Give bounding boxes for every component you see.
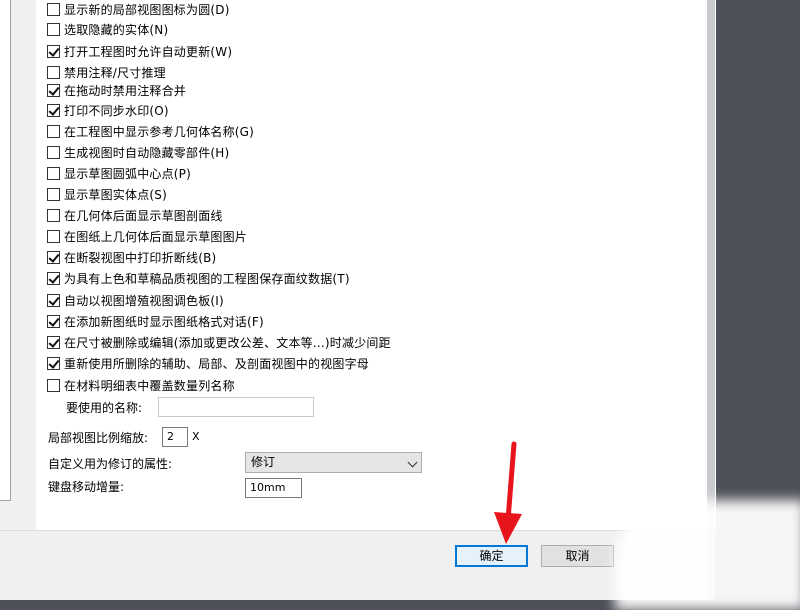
option-row[interactable]: 在材料明细表中覆盖数量列名称	[47, 376, 235, 394]
option-label: 生成视图时自动隐藏零部件(H)	[64, 145, 230, 160]
category-tree-panel[interactable]	[0, 0, 11, 501]
detail-scale-unit: X	[192, 430, 200, 443]
name-to-use-label: 要使用的名称:	[66, 401, 143, 415]
option-label: 在尺寸被删除或编辑(添加或更改公差、文本等...)时减少间距	[64, 335, 391, 350]
option-row[interactable]: 自动以视图增殖视图调色板(I)	[47, 291, 224, 309]
option-checkbox[interactable]	[47, 293, 60, 307]
option-label: 在工程图中显示参考几何体名称(G)	[64, 124, 255, 139]
option-checkbox[interactable]	[47, 145, 60, 159]
custom-property-value: 修订	[251, 455, 276, 469]
chevron-down-icon	[407, 457, 418, 468]
red-arrow-icon	[494, 441, 522, 544]
option-row[interactable]: 生成视图时自动隐藏零部件(H)	[47, 143, 229, 161]
options-dialog: 显示新的局部视图图标为圆(D) 选取隐藏的实体(N) 打开工程图时允许自动更新(W)…	[0, 0, 716, 600]
option-label: 在拖动时禁用注释合并	[64, 83, 187, 98]
option-label: 在几何体后面显示草图剖面线	[64, 208, 223, 223]
cancel-button[interactable]: 取消	[541, 545, 614, 567]
option-checkbox[interactable]	[47, 378, 60, 392]
option-label: 显示草图圆弧中心点(P)	[64, 166, 192, 181]
keyboard-increment-label: 键盘移动增量:	[48, 480, 125, 494]
option-label: 禁用注释/尺寸推理	[64, 65, 166, 80]
custom-property-label: 自定义用为修订的属性:	[48, 457, 173, 471]
option-checkbox[interactable]	[47, 356, 60, 370]
option-row[interactable]: 禁用注释/尺寸推理	[47, 63, 166, 81]
option-checkbox[interactable]	[47, 229, 60, 243]
option-checkbox[interactable]	[47, 208, 60, 222]
keyboard-increment-input[interactable]: 10mm	[245, 478, 302, 498]
option-row[interactable]: 在拖动时禁用注释合并	[47, 81, 186, 99]
option-row[interactable]: 显示草图圆弧中心点(P)	[47, 164, 191, 182]
option-row[interactable]: 显示草图实体点(S)	[47, 185, 167, 203]
option-checkbox[interactable]	[47, 187, 60, 201]
option-checkbox[interactable]	[47, 103, 60, 117]
option-row[interactable]: 在尺寸被删除或编辑(添加或更改公差、文本等...)时减少间距	[47, 333, 391, 351]
option-row[interactable]: 打开工程图时允许自动更新(W)	[47, 42, 232, 60]
option-checkbox[interactable]	[47, 83, 60, 97]
option-checkbox[interactable]	[47, 22, 60, 36]
option-row[interactable]: 为具有上色和草稿品质视图的工程图保存面纹数据(T)	[47, 269, 350, 287]
blurred-overlay	[615, 500, 800, 610]
option-checkbox[interactable]	[47, 65, 60, 79]
option-label: 在图纸上几何体后面显示草图图片	[64, 229, 248, 244]
option-checkbox[interactable]	[47, 314, 60, 328]
option-row[interactable]: 在工程图中显示参考几何体名称(G)	[47, 122, 254, 140]
option-label: 在材料明细表中覆盖数量列名称	[64, 378, 235, 393]
detail-scale-input[interactable]: 2	[162, 427, 188, 447]
option-checkbox[interactable]	[47, 250, 60, 264]
option-row[interactable]: 在断裂视图中打印折断线(B)	[47, 248, 216, 266]
option-row[interactable]: 在图纸上几何体后面显示草图图片	[47, 227, 247, 245]
option-checkbox[interactable]	[47, 124, 60, 138]
option-row[interactable]: 重新使用所删除的辅助、局部、及剖面视图中的视图字母	[47, 354, 369, 372]
footer-divider	[0, 530, 707, 531]
option-label: 自动以视图增殖视图调色板(I)	[64, 293, 224, 308]
option-label: 打开工程图时允许自动更新(W)	[64, 44, 233, 59]
option-row[interactable]: 在添加新图纸时显示图纸格式对话(F)	[47, 312, 264, 330]
custom-property-select[interactable]: 修订	[245, 452, 422, 473]
option-label: 打印不同步水印(O)	[64, 103, 169, 118]
option-row[interactable]: 打印不同步水印(O)	[47, 101, 169, 119]
option-checkbox[interactable]	[47, 44, 60, 58]
name-to-use-input[interactable]	[158, 397, 314, 417]
option-label: 在添加新图纸时显示图纸格式对话(F)	[64, 314, 264, 329]
option-label: 为具有上色和草稿品质视图的工程图保存面纹数据(T)	[64, 271, 350, 286]
option-checkbox[interactable]	[47, 271, 60, 285]
option-label: 显示草图实体点(S)	[64, 187, 167, 202]
option-checkbox[interactable]	[47, 2, 60, 16]
detail-scale-label: 局部视图比例缩放:	[48, 431, 149, 445]
option-row[interactable]: 显示新的局部视图图标为圆(D)	[47, 0, 230, 18]
option-checkbox[interactable]	[47, 166, 60, 180]
option-label: 在断裂视图中打印折断线(B)	[64, 250, 217, 265]
option-label: 重新使用所删除的辅助、局部、及剖面视图中的视图字母	[64, 356, 370, 371]
option-label: 选取隐藏的实体(N)	[64, 22, 169, 37]
option-row[interactable]: 选取隐藏的实体(N)	[47, 20, 168, 38]
option-label: 显示新的局部视图图标为圆(D)	[64, 2, 230, 17]
option-checkbox[interactable]	[47, 335, 60, 349]
option-row[interactable]: 在几何体后面显示草图剖面线	[47, 206, 223, 224]
